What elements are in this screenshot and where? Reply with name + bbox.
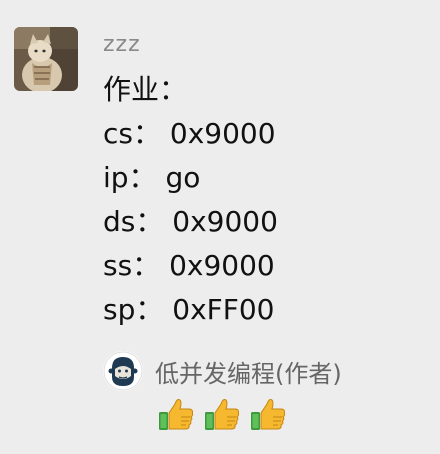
cat-photo-avatar-icon [14, 27, 78, 91]
reply-emojis [155, 392, 289, 434]
message-line: ds： 0x9000 [103, 205, 278, 238]
message-line: sp： 0xFF00 [103, 293, 275, 326]
thumbs-up-icon [205, 399, 240, 430]
monkey-avatar-icon [103, 351, 143, 391]
message-line: ip： go [103, 161, 201, 194]
message-line: 作业： [103, 73, 188, 106]
sender-name[interactable]: zzz [103, 32, 141, 57]
author-avatar[interactable] [103, 351, 143, 391]
message-line: cs： 0x9000 [103, 117, 276, 150]
author-name[interactable]: 低并发编程(作者) [155, 354, 342, 389]
author-reply: 低并发编程(作者) [103, 351, 342, 391]
message-line: ss： 0x9000 [103, 249, 275, 282]
thumbs-up-icon [251, 399, 286, 430]
thumbs-up-icon [159, 399, 194, 430]
sender-avatar[interactable] [14, 27, 78, 91]
message-bubble: 作业： cs： 0x9000 ip： go ds： 0x9000 ss： 0x9… [103, 68, 278, 332]
